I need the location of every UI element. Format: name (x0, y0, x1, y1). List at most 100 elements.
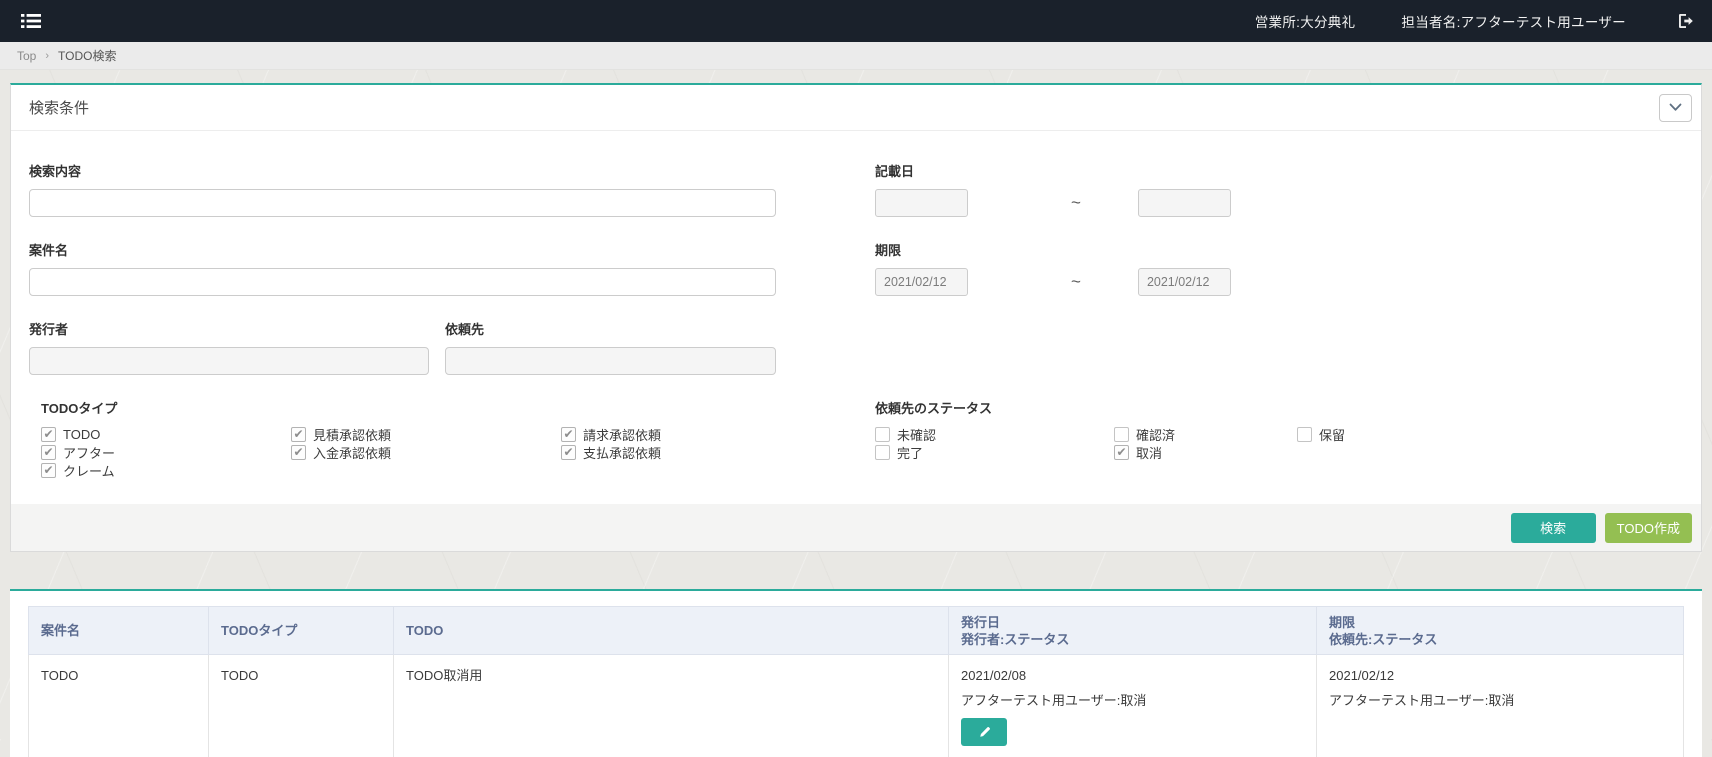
column-header: TODOタイプ (209, 607, 394, 655)
project-name-label: 案件名 (29, 240, 776, 259)
collapse-panel-button[interactable] (1659, 94, 1692, 122)
checkbox-checked-icon[interactable]: ✔ (41, 463, 56, 478)
results-table: 案件名TODOタイプTODO発行日発行者:ステータス期限依頼先:ステータス TO… (28, 606, 1684, 757)
checkbox-label: TODO (63, 427, 100, 442)
search-form: 検索内容 記載日 ~ 案件名 期限 ~ (11, 131, 1701, 480)
checkbox-label: クレーム (63, 461, 115, 480)
checkbox-label: 支払承認依頼 (583, 443, 661, 462)
deadline-from-input[interactable] (875, 268, 968, 296)
checkbox-option-見積承認依頼[interactable]: ✔ 見積承認依頼 (291, 426, 561, 443)
column-header: 期限依頼先:ステータス (1317, 607, 1684, 655)
checkbox-unchecked-icon[interactable] (1114, 427, 1129, 442)
checkbox-option-請求承認依頼[interactable]: ✔ 請求承認依頼 (561, 426, 761, 443)
search-panel-header: 検索条件 (11, 85, 1701, 131)
logout-button[interactable] (1678, 13, 1695, 29)
issuer-input[interactable] (29, 347, 429, 375)
sign-out-icon (1678, 13, 1695, 29)
checkbox-option-入金承認依頼[interactable]: ✔ 入金承認依頼 (291, 444, 561, 461)
written-date-to-input[interactable] (1138, 189, 1231, 217)
results-panel: 案件名TODOタイプTODO発行日発行者:ステータス期限依頼先:ステータス TO… (10, 589, 1702, 757)
chevron-down-icon (1669, 103, 1682, 112)
checkbox-column: 確認済 ✔ 取消 (1114, 426, 1297, 462)
table-row: TODO TODO TODO取消用 2021/02/08 アフターテスト用ユーザー:取消… (29, 655, 1684, 757)
breadcrumb-separator: › (45, 50, 49, 62)
checkbox-label: 保留 (1319, 425, 1345, 444)
checkbox-option-取消[interactable]: ✔ 取消 (1114, 444, 1297, 461)
table-header-row: 案件名TODOタイプTODO発行日発行者:ステータス期限依頼先:ステータス (29, 607, 1684, 655)
checkbox-label: 見積承認依頼 (313, 425, 391, 444)
cell-deadline: 2021/02/12アフターテスト用ユーザー:取消 (1317, 655, 1684, 757)
checkbox-checked-icon[interactable]: ✔ (1114, 445, 1129, 460)
deadline-label: 期限 (875, 240, 1231, 259)
todo-type-checkboxes: ✔ TODO ✔ アフター ✔ クレーム ✔ 見積承認依頼 ✔ 入金承認依頼 ✔ 請求承認依頼 ✔ 支払承… (41, 426, 776, 480)
project-name-input[interactable] (29, 268, 776, 296)
todo-create-button[interactable]: TODO作成 (1605, 513, 1692, 543)
checkbox-label: 入金承認依頼 (313, 443, 391, 462)
date-range-separator: ~ (1071, 193, 1081, 213)
checkbox-option-支払承認依頼[interactable]: ✔ 支払承認依頼 (561, 444, 761, 461)
cell-text: アフターテスト用ユーザー:取消 (961, 693, 1304, 709)
requestee-input[interactable] (445, 347, 776, 375)
deadline-to-input[interactable] (1138, 268, 1231, 296)
checkbox-option-TODO[interactable]: ✔ TODO (41, 426, 291, 443)
breadcrumb-current: TODO検索 (58, 47, 116, 64)
search-panel-footer: 検索 TODO作成 (11, 504, 1701, 551)
checkbox-checked-icon[interactable]: ✔ (41, 445, 56, 460)
checkbox-unchecked-icon[interactable] (875, 427, 890, 442)
manager-label: 担当者名:アフターテスト用ユーザー (1401, 11, 1626, 31)
office-label: 営業所:大分典礼 (1255, 11, 1356, 31)
cell-text: TODO取消用 (406, 668, 936, 684)
checkbox-label: 完了 (897, 443, 923, 462)
checkbox-option-保留[interactable]: 保留 (1297, 426, 1437, 443)
checkbox-unchecked-icon[interactable] (1297, 427, 1312, 442)
menu-button[interactable] (17, 7, 45, 35)
cell-issue: 2021/02/08 アフターテスト用ユーザー:取消 (949, 655, 1317, 757)
checkbox-label: 取消 (1136, 443, 1162, 462)
search-content-label: 検索内容 (29, 161, 776, 180)
search-content-input[interactable] (29, 189, 776, 217)
column-header: 発行日発行者:ステータス (949, 607, 1317, 655)
checkbox-checked-icon[interactable]: ✔ (561, 445, 576, 460)
requestee-status-checkboxes: 未確認完了 確認済 ✔ 取消 保留 (875, 426, 1437, 462)
cell-text: アフターテスト用ユーザー:取消 (1329, 693, 1671, 709)
cell-text: 2021/02/08 (961, 668, 1304, 684)
menu-list-icon (21, 13, 41, 29)
checkbox-label: アフター (63, 443, 115, 462)
checkbox-checked-icon[interactable]: ✔ (561, 427, 576, 442)
search-conditions-panel: 検索条件 検索内容 記載日 ~ (10, 83, 1702, 552)
checkbox-checked-icon[interactable]: ✔ (291, 427, 306, 442)
breadcrumb: Top › TODO検索 (0, 42, 1712, 70)
todo-type-group: TODOタイプ ✔TODO✔アフター✔クレーム✔見積承認依頼✔入金承認依頼✔請求… (29, 398, 776, 480)
requestee-status-group-label: 依頼先のステータス (875, 398, 1437, 417)
top-navbar: 営業所:大分典礼 担当者名:アフターテスト用ユーザー (0, 0, 1712, 42)
pencil-icon (978, 726, 991, 739)
cell-todo-type: TODO (209, 655, 394, 757)
results-table-body: TODO TODO TODO取消用 2021/02/08 アフターテスト用ユーザー:取消… (29, 655, 1684, 757)
checkbox-option-完了[interactable]: 完了 (875, 444, 1114, 461)
breadcrumb-home-link[interactable]: Top (17, 49, 36, 63)
checkbox-checked-icon[interactable]: ✔ (291, 445, 306, 460)
search-button[interactable]: 検索 (1511, 513, 1596, 543)
requestee-label: 依頼先 (445, 319, 776, 338)
checkbox-unchecked-icon[interactable] (875, 445, 890, 460)
requestee-status-group: 依頼先のステータス 未確認完了 確認済 ✔ 取消 保留 (875, 398, 1437, 462)
checkbox-option-未確認[interactable]: 未確認 (875, 426, 1114, 443)
checkbox-column: ✔ 請求承認依頼 ✔ 支払承認依頼 (561, 426, 761, 480)
edit-todo-button[interactable] (961, 718, 1007, 746)
checkbox-option-確認済[interactable]: 確認済 (1114, 426, 1297, 443)
checkbox-option-クレーム[interactable]: ✔ クレーム (41, 462, 291, 479)
cell-project: TODO (29, 655, 209, 757)
column-header: 案件名 (29, 607, 209, 655)
cell-todo: TODO取消用 (394, 655, 949, 757)
checkbox-column: ✔ TODO ✔ アフター ✔ クレーム (41, 426, 291, 480)
search-panel-title: 検索条件 (29, 97, 89, 118)
written-date-from-input[interactable] (875, 189, 968, 217)
checkbox-label: 請求承認依頼 (583, 425, 661, 444)
cell-text: TODO (221, 668, 381, 684)
checkbox-checked-icon[interactable]: ✔ (41, 427, 56, 442)
checkbox-column: ✔ 見積承認依頼 ✔ 入金承認依頼 (291, 426, 561, 480)
cell-text: TODO (41, 668, 196, 684)
checkbox-option-アフター[interactable]: ✔ アフター (41, 444, 291, 461)
issuer-label: 発行者 (29, 319, 429, 338)
written-date-label: 記載日 (875, 161, 1231, 180)
